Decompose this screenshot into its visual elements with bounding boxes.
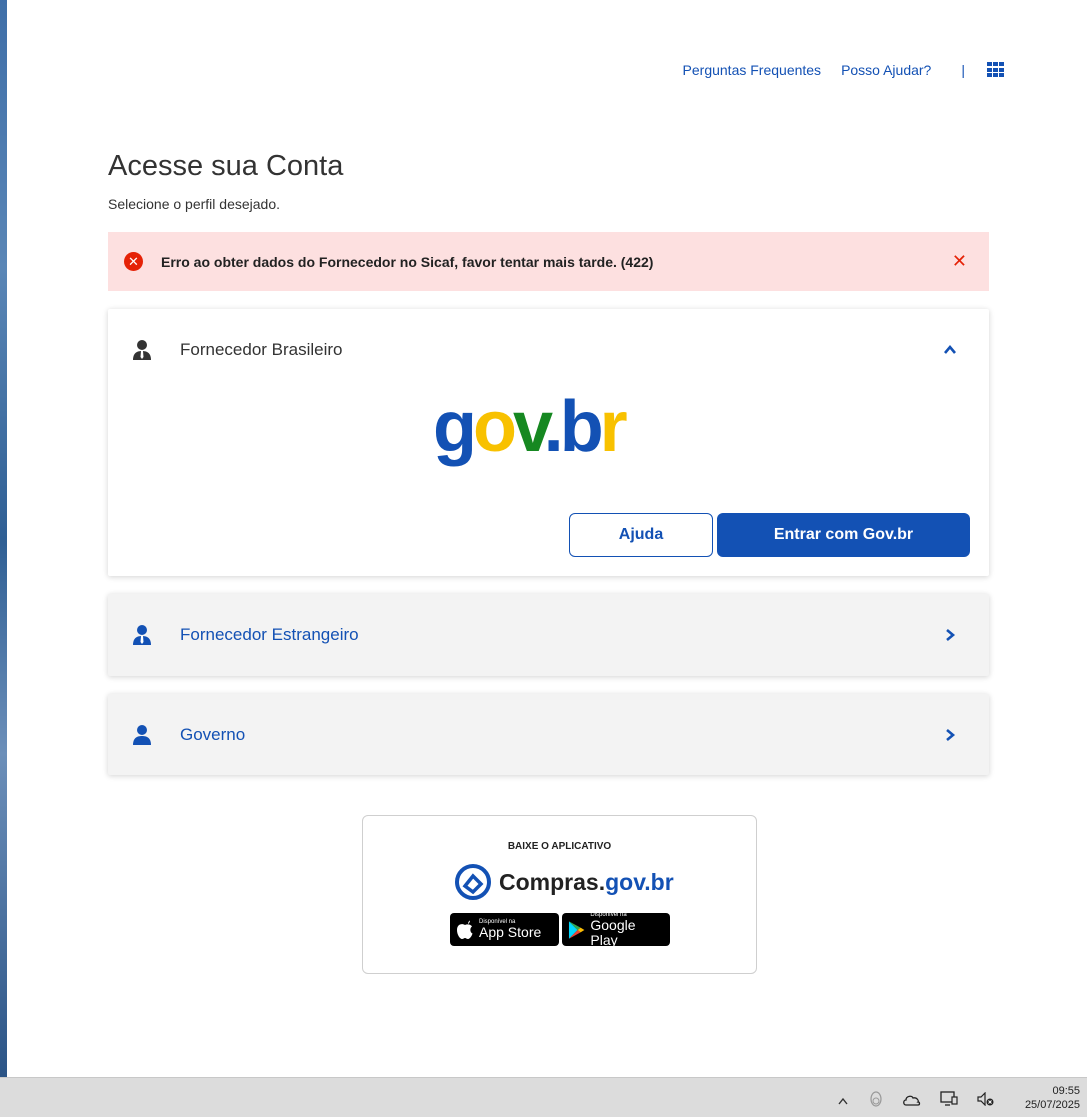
profile-card-governo[interactable]: Governo — [108, 694, 989, 775]
grid-icon[interactable] — [987, 62, 1005, 78]
chevron-right-icon — [946, 729, 956, 741]
user-tie-icon — [133, 340, 151, 360]
profile-header-fornecedor-brasileiro[interactable]: Fornecedor Brasileiro — [108, 309, 989, 391]
faq-link[interactable]: Perguntas Frequentes — [683, 62, 822, 78]
compras-logo: Compras.gov.br — [453, 862, 674, 902]
clock-date: 25/07/2025 — [1024, 1099, 1080, 1111]
chevron-up-icon[interactable] — [837, 1093, 849, 1111]
profile-header-governo[interactable]: Governo — [108, 694, 989, 776]
user-icon — [133, 725, 151, 745]
system-tray — [837, 1090, 995, 1113]
profile-card-fornecedor-brasileiro: Fornecedor Brasileiro gov.br Ajuda Entra… — [108, 309, 989, 576]
app-download-box: BAIXE O APLICATIVO Compras.gov.br Dispon… — [362, 815, 757, 974]
compras-brand-suffix: gov.br — [605, 868, 674, 895]
copilot-icon[interactable] — [868, 1090, 884, 1113]
volume-muted-icon[interactable] — [977, 1091, 995, 1111]
profile-header-fornecedor-estrangeiro[interactable]: Fornecedor Estrangeiro — [108, 594, 989, 676]
compras-logo-icon — [455, 864, 491, 900]
app-store-badge[interactable]: Disponível na App Store — [450, 913, 559, 946]
close-icon[interactable]: ✕ — [952, 251, 967, 272]
page-subtitle: Selecione o perfil desejado. — [108, 196, 281, 212]
appstore-big-label: App Store — [479, 924, 542, 941]
error-circle-icon: ✕ — [124, 252, 143, 271]
chevron-right-icon — [946, 629, 956, 641]
govbr-logo: gov.br — [433, 387, 628, 467]
taskbar: 09:55 25/07/2025 — [0, 1077, 1087, 1117]
nav-separator: | — [961, 62, 965, 78]
app-caption: BAIXE O APLICATIVO — [507, 841, 612, 852]
alert-message: Erro ao obter dados do Fornecedor no Sic… — [161, 253, 654, 270]
profile-card-fornecedor-estrangeiro[interactable]: Fornecedor Estrangeiro — [108, 594, 989, 676]
taskbar-clock[interactable]: 09:55 25/07/2025 — [1025, 1084, 1080, 1112]
enter-govbr-button[interactable]: Entrar com Gov.br — [717, 513, 970, 557]
onedrive-icon[interactable] — [903, 1093, 921, 1111]
help-button[interactable]: Ajuda — [569, 513, 713, 557]
error-alert: ✕ Erro ao obter dados do Fornecedor no S… — [108, 232, 989, 291]
google-play-badge[interactable]: Disponível na Google Play — [562, 912, 670, 948]
top-nav: Perguntas Frequentes Posso Ajudar? | — [683, 62, 1005, 78]
profile-label: Governo — [180, 725, 246, 744]
page-title: Acesse sua Conta — [108, 150, 344, 182]
google-play-icon — [568, 920, 585, 939]
chevron-up-icon — [944, 344, 956, 354]
clock-time: 09:55 — [1052, 1085, 1080, 1097]
window-edge — [0, 0, 7, 1077]
compras-brand: Compras. — [499, 868, 606, 895]
apple-icon — [457, 920, 473, 939]
profile-label: Fornecedor Estrangeiro — [180, 625, 359, 644]
help-link[interactable]: Posso Ajudar? — [841, 62, 931, 78]
googleplay-big-label: Google Play — [590, 916, 636, 948]
network-icon[interactable] — [940, 1091, 958, 1112]
user-tie-icon — [133, 625, 151, 645]
profile-label: Fornecedor Brasileiro — [180, 340, 343, 359]
